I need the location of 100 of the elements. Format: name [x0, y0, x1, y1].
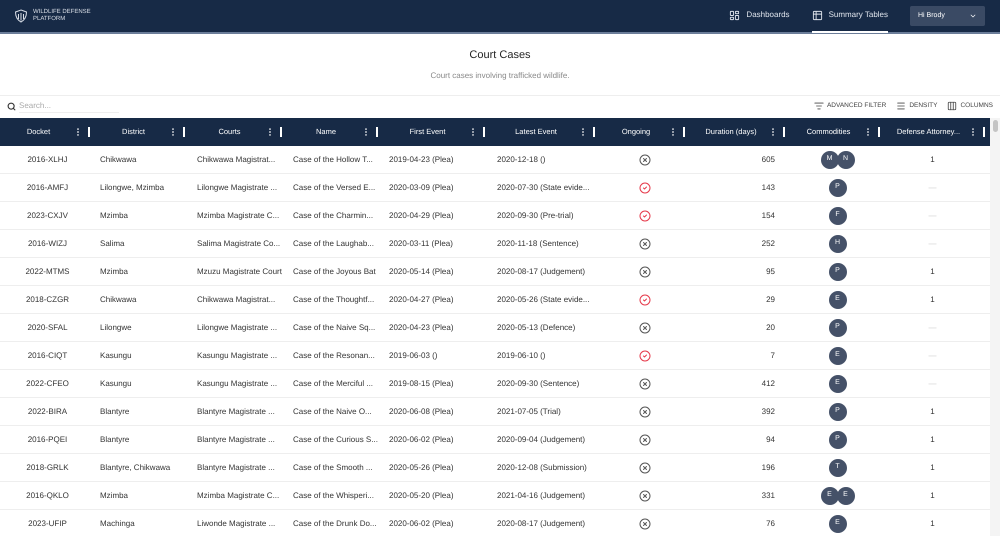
table-cell: Blantyre Magistrate ...: [197, 406, 275, 416]
table-cell: 2020-09-30 (Sentence): [497, 378, 580, 388]
table-cell: 252: [762, 238, 775, 250]
table-cell: 2020-12-08 (Submission): [497, 462, 587, 472]
table-cell: Kasungu Magistrate ...: [197, 378, 278, 388]
table-cell: 2016-XLHJ: [27, 154, 68, 166]
table-cell: Lilongwe Magistrate ...: [197, 322, 278, 332]
table-cell: Mzimba Magistrate C...: [197, 210, 280, 220]
table-cell: 412: [762, 378, 775, 390]
table-cell: Mzimba: [100, 266, 128, 276]
table-cell: 196: [762, 462, 775, 474]
table-cell: Blantyre: [100, 406, 130, 416]
table-cell: 2019-06-03 (): [389, 350, 438, 360]
table-cell: 29: [766, 294, 775, 306]
table-cell: —: [928, 238, 936, 250]
table-cell: Mzuzu Magistrate Court: [197, 266, 282, 276]
table-cell: 2020-08-17 (Judgement): [497, 518, 586, 528]
table-cell: 2020-08-17 (Judgement): [497, 266, 586, 276]
table-cell: 1: [930, 406, 935, 418]
table-cell: 154: [762, 210, 775, 222]
table-cell: 2020-05-14 (Plea): [389, 266, 454, 276]
table-cell: 2020-09-30 (Pre-trial): [497, 210, 574, 220]
table-cell: Kasungu: [100, 378, 132, 388]
search-icon: [7, 102, 16, 110]
table-cell: Chikwawa: [100, 294, 136, 304]
table-cell: Case of the Merciful ...: [293, 378, 374, 388]
table-cell: 2020-06-02 (Plea): [389, 518, 454, 528]
table-cell: 2016-PQEI: [28, 434, 68, 446]
table-cell: 2023-UFIP: [28, 518, 67, 530]
table-cell: 2016-WIZJ: [28, 238, 68, 250]
table-cell: 392: [762, 406, 775, 418]
table-cell: 2020-05-26 (State evide...: [497, 294, 590, 304]
filter-icon: [814, 101, 824, 111]
table-cell: 2022-BIRA: [28, 406, 68, 418]
table-cell: Blantyre Magistrate ...: [197, 462, 275, 472]
page-subtitle: Court cases involving trafficked wildlife.: [430, 70, 570, 82]
table-cell: Lilongwe: [100, 322, 132, 332]
table-cell: 1: [930, 462, 935, 474]
table-cell: 2020-04-27 (Plea): [389, 294, 454, 304]
table-cell: 2020-03-09 (Plea): [389, 182, 454, 192]
table-cell: 2020-04-29 (Plea): [389, 210, 454, 220]
chevron-down-icon: [969, 12, 977, 20]
table-cell: —: [928, 378, 936, 390]
table-cell: 2021-04-16 (Judgement): [497, 490, 586, 500]
nav-tab[interactable]: Summary Tables: [812, 0, 888, 33]
table-cell: Case of the Resonan...: [293, 350, 375, 360]
table-cell: 2018-GRLK: [26, 462, 69, 474]
scrollbar[interactable]: [990, 118, 1000, 536]
table-cell: Lilongwe Magistrate ...: [197, 182, 278, 192]
table-cell: 2022-MTMS: [25, 266, 70, 278]
page-title: Court Cases: [469, 48, 531, 64]
table-cell: 76: [766, 518, 775, 530]
table-cell: 2020-04-23 (Plea): [389, 322, 454, 332]
dashboard-icon: [729, 10, 740, 20]
table-cell: Case of the Naive O...: [293, 406, 372, 416]
table-cell: Chikwawa Magistrat...: [197, 154, 276, 164]
table-cell: Case of the Laughab...: [293, 238, 374, 248]
table-cell: 2020-05-13 (Defence): [497, 322, 576, 332]
table-cell: 1: [930, 266, 935, 278]
table-cell: Case of the Joyous Bat: [293, 266, 376, 276]
table-cell: 2023-CXJV: [27, 210, 68, 222]
table-cell: 2020-SFAL: [27, 322, 68, 334]
table-cell: Mzimba Magistrate C...: [197, 490, 280, 500]
table-cell: 2020-05-26 (Plea): [389, 462, 454, 472]
table-cell: 2020-06-02 (Plea): [389, 434, 454, 444]
table-cell: Case of the Versed E...: [293, 182, 376, 192]
table-cell: 143: [762, 182, 775, 194]
table-cell: Chikwawa: [100, 154, 136, 164]
table-cell: Machinga: [100, 518, 135, 528]
table-cell: 2020-05-20 (Plea): [389, 490, 454, 500]
table-cell: 1: [930, 154, 935, 166]
table-cell: Kasungu Magistrate ...: [197, 350, 278, 360]
nav-tab[interactable]: Dashboards: [729, 0, 790, 33]
table-cell: 2022-CFEO: [26, 378, 69, 390]
table-cell: —: [928, 182, 936, 194]
table-cell: 2020-11-18 (Sentence): [497, 238, 579, 248]
table-cell: 2019-08-15 (Plea): [389, 378, 454, 388]
table-cell: Salima Magistrate Co...: [197, 238, 280, 248]
table-cell: 95: [766, 266, 775, 278]
table-cell: 2019-06-10 (): [497, 350, 546, 360]
columns-icon: [947, 101, 958, 111]
search-field[interactable]: Search...: [19, 99, 119, 113]
table-cell: Salima: [100, 238, 124, 248]
table-cell: 2020-07-30 (State evide...: [497, 182, 590, 192]
table-cell: Case of the Charmin...: [293, 210, 374, 220]
table-cell: 2016-AMFJ: [26, 182, 68, 194]
table-cell: 2016-CIQT: [28, 350, 68, 362]
table-cell: —: [928, 210, 936, 222]
table-cell: 94: [766, 434, 775, 446]
table-cell: Case of the Smooth ...: [293, 462, 373, 472]
table-cell: Case of the Thoughtf...: [293, 294, 374, 304]
table-cell: Kasungu: [100, 350, 132, 360]
table-cell: Lilongwe, Mzimba: [100, 182, 164, 192]
table-cell: 2020-03-11 (Plea): [389, 238, 453, 248]
table-cell: Case of the Curious S...: [293, 434, 378, 444]
table-cell: 20: [766, 322, 775, 334]
table-cell: Blantyre: [100, 434, 130, 444]
table-cell: Case of the Naive Sq...: [293, 322, 376, 332]
table-cell: 331: [762, 490, 775, 502]
density-icon: [896, 101, 906, 111]
